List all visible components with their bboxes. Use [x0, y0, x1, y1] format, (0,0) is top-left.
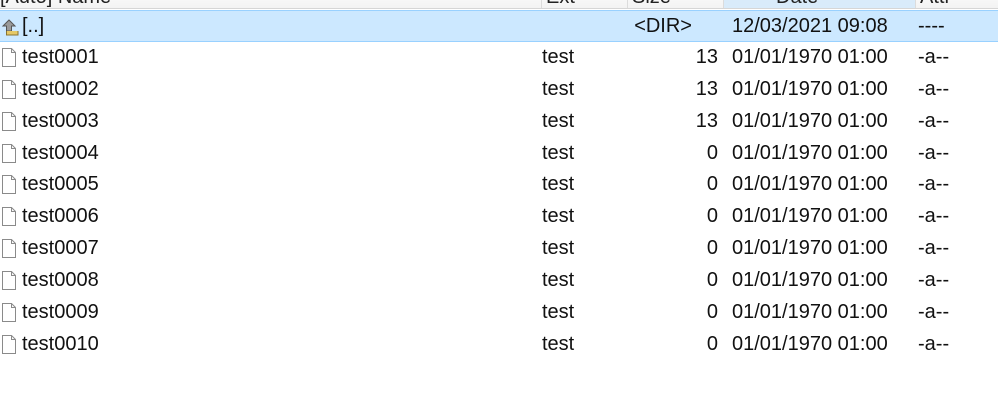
file-icon [1, 233, 19, 264]
row-size: 0 [706, 237, 718, 260]
row-date: 01/01/1970 01:00 [732, 269, 888, 292]
file-icon [1, 138, 19, 169]
column-header-ext[interactable]: Ext [542, 0, 628, 8]
file-row[interactable]: test0010 test 0 01/01/1970 01:00 -a-- [0, 329, 998, 361]
column-header-name[interactable]: [Auto] Name [0, 0, 542, 8]
file-icon [1, 42, 19, 73]
row-name: test0010 [22, 332, 99, 355]
file-list: [..] <DIR> 12/03/2021 09:08 ---- test000… [0, 10, 998, 361]
file-row[interactable]: test0007 test 0 01/01/1970 01:00 -a-- [0, 233, 998, 265]
row-ext: test [542, 77, 575, 100]
row-date: 12/03/2021 09:08 [732, 15, 888, 37]
column-header-size[interactable]: Size [628, 0, 724, 8]
row-size: 0 [706, 301, 718, 324]
row-date: 01/01/1970 01:00 [732, 77, 888, 100]
file-row[interactable]: test0009 test 0 01/01/1970 01:00 -a-- [0, 297, 998, 329]
row-size: 0 [706, 332, 718, 355]
file-row[interactable]: test0004 test 0 01/01/1970 01:00 -a-- [0, 138, 998, 170]
row-attr: -a-- [918, 332, 950, 355]
row-name: test0007 [22, 237, 99, 260]
row-attr: -a-- [918, 45, 950, 68]
row-ext: test [542, 141, 575, 164]
file-icon [1, 329, 19, 360]
file-list-panel: [Auto] Name Ext Size Date Attr [..] <DIR… [0, 0, 998, 420]
file-row[interactable]: test0003 test 13 01/01/1970 01:00 -a-- [0, 106, 998, 138]
row-size: <DIR> [634, 15, 692, 37]
row-date: 01/01/1970 01:00 [732, 237, 888, 260]
row-ext: test [542, 301, 575, 324]
row-attr: -a-- [918, 141, 950, 164]
row-date: 01/01/1970 01:00 [732, 332, 888, 355]
row-attr: -a-- [918, 173, 950, 196]
row-size: 13 [695, 109, 718, 132]
file-icon [1, 265, 19, 296]
row-name: test0009 [22, 301, 99, 324]
row-ext: test [542, 237, 575, 260]
row-attr: -a-- [918, 237, 950, 260]
row-name: test0006 [22, 205, 99, 228]
folder-up-icon [1, 11, 19, 42]
file-icon [1, 74, 19, 105]
row-ext: test [542, 332, 575, 355]
file-icon [1, 201, 19, 232]
row-size: 13 [695, 45, 718, 68]
row-attr: -a-- [918, 205, 950, 228]
row-attr: ---- [918, 15, 945, 37]
column-header-attr[interactable]: Attr [916, 0, 998, 8]
row-size: 0 [706, 205, 718, 228]
file-row[interactable]: test0005 test 0 01/01/1970 01:00 -a-- [0, 169, 998, 201]
row-size: 0 [706, 141, 718, 164]
row-ext: test [542, 109, 575, 132]
file-row[interactable]: test0002 test 13 01/01/1970 01:00 -a-- [0, 74, 998, 106]
column-header-date[interactable]: Date [724, 0, 916, 8]
row-name: test0003 [22, 109, 99, 132]
file-icon [1, 169, 19, 200]
column-header: [Auto] Name Ext Size Date Attr [0, 0, 998, 9]
file-icon [1, 297, 19, 328]
row-date: 01/01/1970 01:00 [732, 205, 888, 228]
row-date: 01/01/1970 01:00 [732, 141, 888, 164]
row-attr: -a-- [918, 109, 950, 132]
row-name: test0004 [22, 141, 99, 164]
row-date: 01/01/1970 01:00 [732, 173, 888, 196]
row-ext: test [542, 269, 575, 292]
row-attr: -a-- [918, 301, 950, 324]
row-size: 0 [706, 173, 718, 196]
row-size: 0 [706, 269, 718, 292]
file-row[interactable]: test0008 test 0 01/01/1970 01:00 -a-- [0, 265, 998, 297]
file-icon [1, 106, 19, 137]
row-ext: test [542, 45, 575, 68]
row-name: test0005 [22, 173, 99, 196]
row-size: 13 [695, 77, 718, 100]
parent-directory-row[interactable]: [..] <DIR> 12/03/2021 09:08 ---- [0, 10, 998, 42]
row-name: test0008 [22, 269, 99, 292]
row-date: 01/01/1970 01:00 [732, 301, 888, 324]
row-name: test0001 [22, 45, 99, 68]
row-attr: -a-- [918, 269, 950, 292]
row-ext: test [542, 173, 575, 196]
row-attr: -a-- [918, 77, 950, 100]
file-row[interactable]: test0006 test 0 01/01/1970 01:00 -a-- [0, 201, 998, 233]
file-row[interactable]: test0001 test 13 01/01/1970 01:00 -a-- [0, 42, 998, 74]
row-ext: test [542, 205, 575, 228]
row-date: 01/01/1970 01:00 [732, 45, 888, 68]
row-name: [..] [22, 15, 45, 37]
row-date: 01/01/1970 01:00 [732, 109, 888, 132]
row-name: test0002 [22, 77, 99, 100]
